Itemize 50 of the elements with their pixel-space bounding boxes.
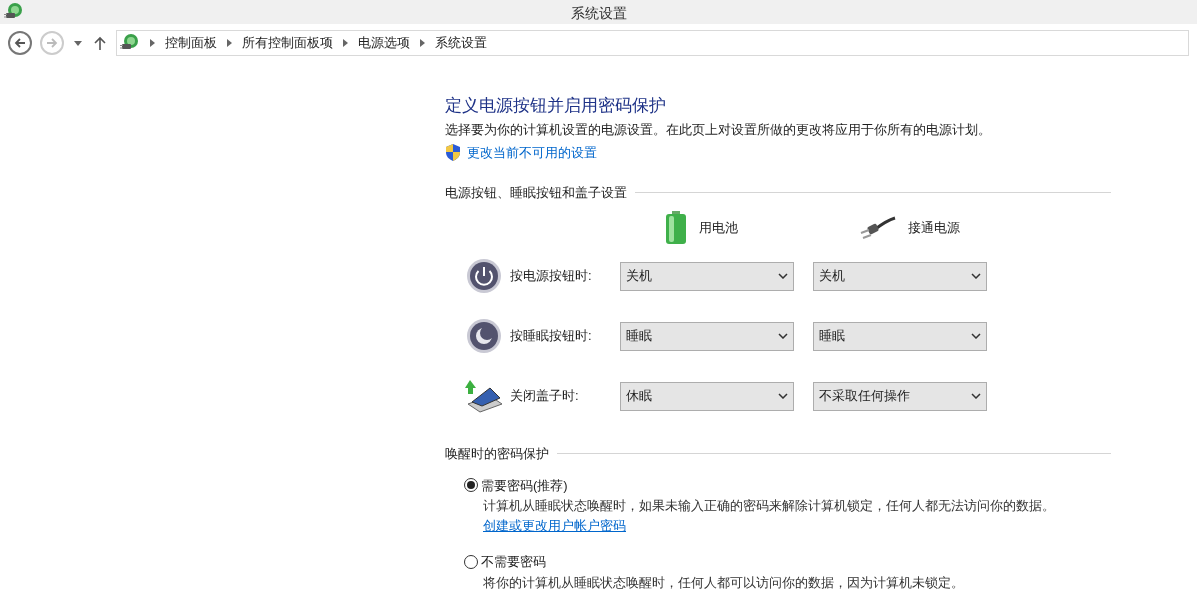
chevron-right-icon [150, 39, 155, 47]
radio-label[interactable]: 不需要密码 [481, 552, 546, 572]
moon-icon [466, 318, 502, 354]
caret-icon [74, 40, 82, 46]
setting-label: 关闭盖子时: [510, 387, 580, 406]
intro-text: 选择要为你的计算机设置的电源设置。在此页上对设置所做的更改将应用于你所有的电源计划。 [445, 121, 992, 139]
plug-icon [860, 216, 896, 240]
section-title: 唤醒时的密码保护 [445, 445, 549, 463]
radio-label[interactable]: 需要密码(推荐) [481, 475, 568, 495]
column-label: 接通电源 [908, 219, 960, 238]
option-description: 计算机从睡眠状态唤醒时，如果未输入正确的密码来解除计算机锁定，任何人都无法访问你的数据。 创建或更改用户帐户密码 [483, 497, 1056, 535]
radio-button[interactable] [464, 554, 478, 569]
laptop-icon [464, 378, 504, 414]
option-description: 将你的计算机从睡眠状态唤醒时，任何人都可以访问你的数据，因为计算机未锁定。 [483, 573, 965, 592]
dropdown[interactable]: 休眠 [620, 381, 794, 411]
breadcrumb-item[interactable]: 所有控制面板项 [242, 33, 333, 53]
arrow-up-icon [94, 36, 106, 50]
section-title: 电源按钮、睡眠按钮和盖子设置 [445, 183, 627, 202]
back-button[interactable] [8, 31, 32, 55]
dropdown[interactable]: 睡眠 [813, 321, 987, 351]
shield-icon [445, 144, 461, 162]
chevron-down-icon [778, 333, 788, 339]
chevron-down-icon [971, 333, 981, 339]
chevron-right-icon [227, 39, 232, 47]
dropdown[interactable]: 关机 [620, 261, 794, 291]
dropdown[interactable]: 关机 [813, 261, 987, 291]
password-link[interactable]: 创建或更改用户帐户密码 [483, 518, 626, 533]
breadcrumb-item[interactable]: 电源选项 [358, 33, 410, 53]
battery-icon [665, 211, 687, 245]
power-icon [466, 258, 502, 294]
chevron-down-icon [778, 393, 788, 399]
dropdown[interactable]: 不采取任何操作 [813, 381, 987, 411]
chevron-down-icon [778, 273, 788, 279]
setting-label: 按电源按钮时: [510, 267, 593, 286]
column-label: 用电池 [699, 219, 738, 238]
arrow-right-icon [46, 37, 58, 49]
setting-label: 按睡眠按钮时: [510, 327, 593, 346]
dropdown[interactable]: 睡眠 [620, 321, 794, 351]
chevron-down-icon [971, 393, 981, 399]
radio-button[interactable] [464, 478, 478, 493]
address-bar[interactable]: 控制面板 所有控制面板项 电源选项 系统设置 [116, 30, 1189, 56]
page-heading: 定义电源按钮并启用密码保护 [445, 95, 667, 117]
chevron-right-icon [343, 39, 348, 47]
window-title: 系统设置 [569, 4, 628, 23]
chevron-right-icon [420, 39, 425, 47]
change-settings-link[interactable]: 更改当前不可用的设置 [467, 143, 597, 163]
chevron-down-icon [971, 273, 981, 279]
arrow-left-icon [14, 37, 26, 49]
breadcrumb-item[interactable]: 控制面板 [165, 33, 217, 53]
breadcrumb-item[interactable]: 系统设置 [435, 33, 487, 53]
